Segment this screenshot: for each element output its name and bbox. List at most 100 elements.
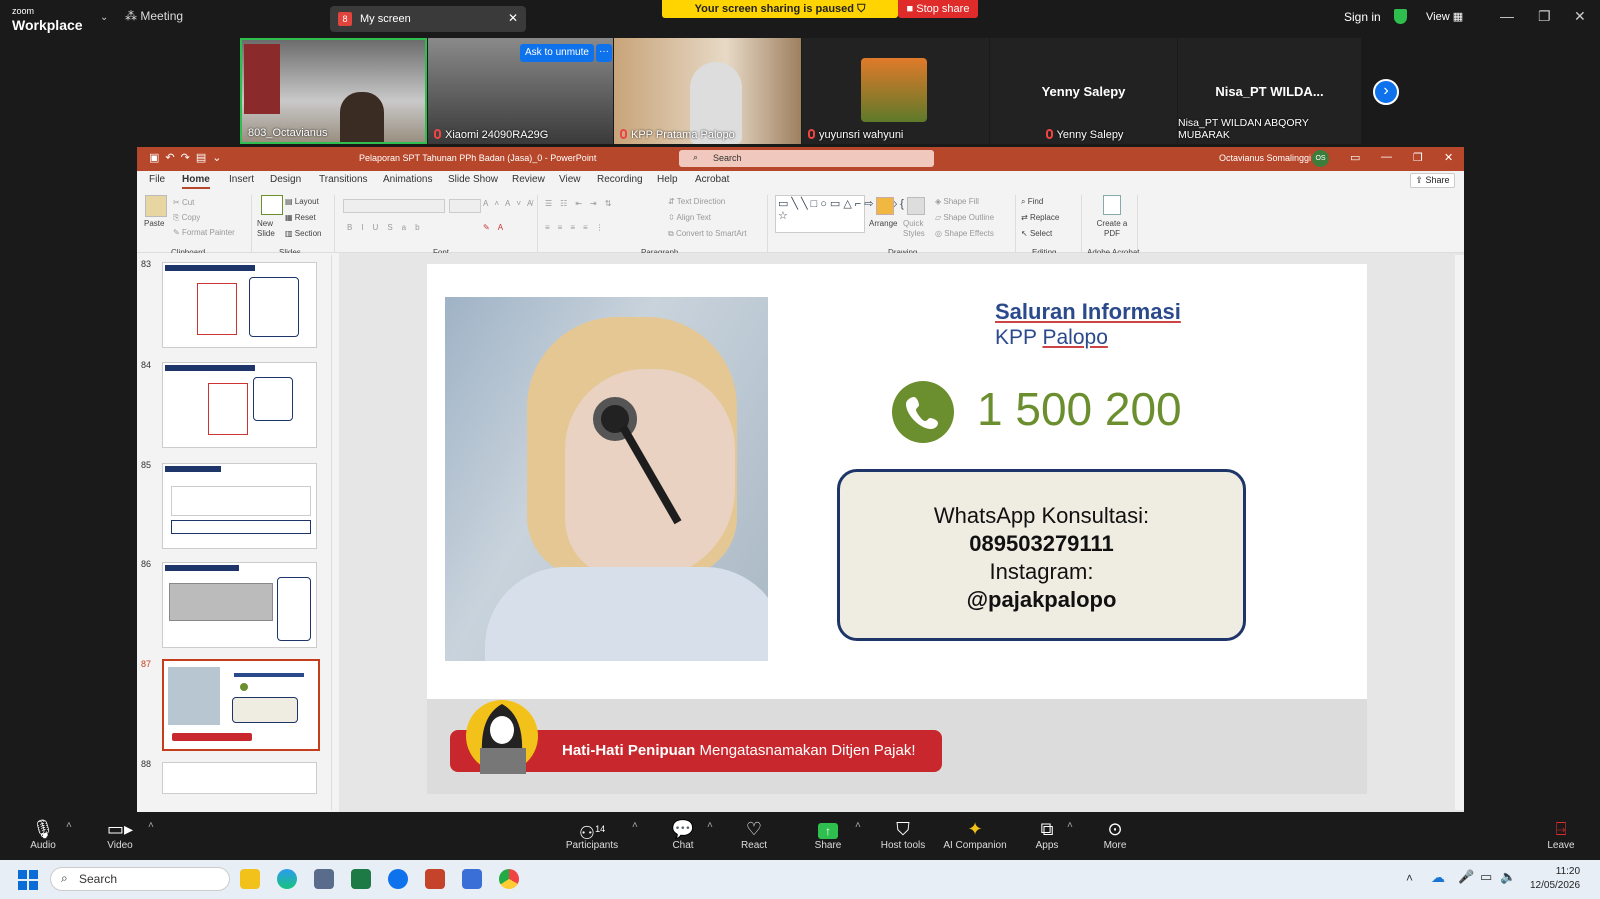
tab-acrobat[interactable]: Acrobat [695, 174, 729, 185]
quick-styles-icon[interactable] [907, 197, 925, 215]
tab-insert[interactable]: Insert [229, 174, 254, 185]
canvas-scrollbar[interactable] [1455, 255, 1464, 810]
format-painter-button[interactable]: ✎ Format Painter [173, 228, 235, 237]
leave-button[interactable]: ⍈ Leave [1531, 818, 1591, 851]
new-slide-button[interactable]: New Slide [257, 219, 287, 239]
arrange-icon[interactable] [876, 197, 894, 215]
quick-styles-button[interactable]: Quick Styles [903, 219, 931, 239]
thumbnail-scrollbar[interactable] [331, 255, 339, 810]
ribbon-display-icon[interactable]: ▭ [1350, 151, 1360, 164]
ask-to-unmute-button[interactable]: Ask to unmute [520, 44, 594, 62]
react-button[interactable]: ♡ React [724, 818, 784, 851]
section-button[interactable]: ▥ Section [285, 229, 321, 238]
host-tools-button[interactable]: ⛉ Host tools [873, 818, 933, 851]
share-button[interactable]: ⇪ Share [1410, 173, 1455, 188]
participant-tile[interactable]: 803_Octavianus [240, 38, 427, 144]
create-pdf-icon[interactable] [1103, 195, 1121, 215]
sharing-paused-banner[interactable]: Your screen sharing is paused ⛉ [662, 0, 898, 18]
font-style-buttons[interactable]: BIUSab [347, 223, 429, 232]
excel-icon[interactable] [351, 869, 371, 889]
find-button[interactable]: ⌕ Find [1021, 197, 1043, 207]
calculator-icon[interactable] [314, 869, 334, 889]
cloud-icon[interactable]: ☁ [1431, 869, 1445, 886]
sign-in-button[interactable]: Sign in [1344, 10, 1381, 24]
tab-recording[interactable]: Recording [597, 174, 643, 185]
chevron-up-icon[interactable]: ˄ [66, 820, 72, 831]
slide-thumbnail[interactable] [162, 762, 317, 794]
chevron-up-icon[interactable]: ˄ [855, 820, 861, 831]
shape-effects-button[interactable]: ◎ Shape Effects [935, 229, 994, 238]
font-name-select[interactable] [343, 199, 445, 213]
powerpoint-icon[interactable] [425, 869, 445, 889]
volume-icon[interactable]: 🔈 [1500, 869, 1516, 885]
restore-icon[interactable]: ❐ [1413, 151, 1423, 164]
tab-home[interactable]: Home [182, 174, 210, 189]
reset-button[interactable]: ▦ Reset [285, 213, 316, 222]
windows-start-icon[interactable] [18, 870, 38, 890]
tab-transitions[interactable]: Transitions [319, 174, 368, 185]
minimize-icon[interactable]: — [1381, 151, 1392, 163]
audio-button[interactable]: 🎙 Audio [13, 818, 73, 851]
next-page-icon[interactable]: › [1373, 79, 1399, 105]
view-button[interactable]: View ▦ [1426, 10, 1463, 23]
participants-button[interactable]: ⚇14 Participants [562, 818, 622, 851]
more-button[interactable]: ⊙ More [1085, 818, 1145, 851]
align-buttons[interactable]: ≡≡≡≡⋮ [545, 223, 612, 232]
shape-fill-button[interactable]: ◈ Shape Fill [935, 197, 979, 206]
chevron-up-icon[interactable]: ˄ [148, 820, 154, 831]
more-options-icon[interactable]: ··· [596, 44, 612, 62]
clock[interactable]: 11:20 12/05/2026 [1530, 865, 1580, 893]
slide-thumbnail-selected[interactable] [162, 659, 320, 751]
font-size-buttons[interactable]: A˄A˅A̸ [483, 199, 538, 208]
close-icon[interactable]: ✕ [508, 11, 518, 25]
convert-smartart-button[interactable]: ⧉ Convert to SmartArt [668, 229, 747, 239]
tab-design[interactable]: Design [270, 174, 301, 185]
select-button[interactable]: ↖ Select [1021, 229, 1052, 238]
chevron-up-icon[interactable]: ˄ [707, 820, 713, 831]
chevron-down-icon[interactable]: ⌄ [100, 12, 108, 23]
new-slide-icon[interactable] [261, 195, 283, 215]
tab-slide-show[interactable]: Slide Show [448, 174, 498, 185]
video-button[interactable]: ▭▸ Video [90, 818, 150, 851]
avatar[interactable]: OS [1312, 150, 1329, 167]
participant-tile[interactable]: KPP Pratama Palopo [614, 38, 801, 144]
slide-thumbnail[interactable] [162, 362, 317, 448]
tab-animations[interactable]: Animations [383, 174, 432, 185]
network-icon[interactable]: ▭ [1480, 869, 1492, 885]
layout-button[interactable]: ▤ Layout [285, 197, 319, 206]
slide-thumbnail[interactable] [162, 262, 317, 348]
cut-button[interactable]: ✂ Cut [173, 198, 194, 207]
quick-access-toolbar[interactable]: ▣↶↷▤⌄ [149, 151, 227, 164]
arrange-button[interactable]: Arrange [869, 219, 897, 228]
participant-tile[interactable]: Nisa_PT WILDA... Nisa_PT WILDAN ABQORY M… [1178, 38, 1361, 144]
share-button[interactable]: ↑ Share [798, 818, 858, 851]
chevron-up-icon[interactable]: ˄ [632, 820, 638, 831]
copy-button[interactable]: ⎘ Copy [173, 213, 200, 223]
security-shield-icon[interactable] [1394, 9, 1407, 24]
ai-companion-button[interactable]: ✦ AI Companion [937, 818, 1013, 851]
slide[interactable]: Saluran Informasi KPP Palopo 1 500 200 W… [427, 264, 1367, 794]
close-window-icon[interactable]: ✕ [1574, 8, 1586, 25]
notepad-icon[interactable] [462, 869, 482, 889]
text-direction-button[interactable]: ⇵ Text Direction [668, 197, 725, 206]
participant-tile[interactable]: yuyunsri wahyuni [802, 38, 989, 144]
chevron-up-icon[interactable]: ˄ [1067, 820, 1073, 831]
slide-thumbnail[interactable] [162, 562, 317, 648]
meeting-tab[interactable]: ⁂ Meeting [125, 9, 183, 23]
list-buttons[interactable]: ☰☷⇤⇥⇅ [545, 199, 619, 208]
file-explorer-icon[interactable] [240, 869, 260, 889]
participant-tile[interactable]: Yenny Salepy Yenny Salepy [990, 38, 1177, 144]
tab-view[interactable]: View [559, 174, 581, 185]
create-pdf-button[interactable]: Create a PDF [1095, 219, 1129, 239]
chrome-icon[interactable] [499, 869, 519, 889]
close-icon[interactable]: ✕ [1444, 151, 1453, 164]
restore-icon[interactable]: ❐ [1538, 8, 1551, 25]
tab-review[interactable]: Review [512, 174, 545, 185]
search-input[interactable]: ⌕ Search [679, 150, 934, 167]
chevron-up-icon[interactable]: ˄ [1406, 871, 1413, 885]
minimize-icon[interactable]: — [1500, 8, 1514, 24]
chat-button[interactable]: 💬 Chat [653, 818, 713, 851]
stop-share-button[interactable]: ■ Stop share [898, 0, 978, 18]
my-screen-tab[interactable]: 8 My screen ✕ [330, 6, 526, 32]
edge-icon[interactable] [277, 869, 297, 889]
